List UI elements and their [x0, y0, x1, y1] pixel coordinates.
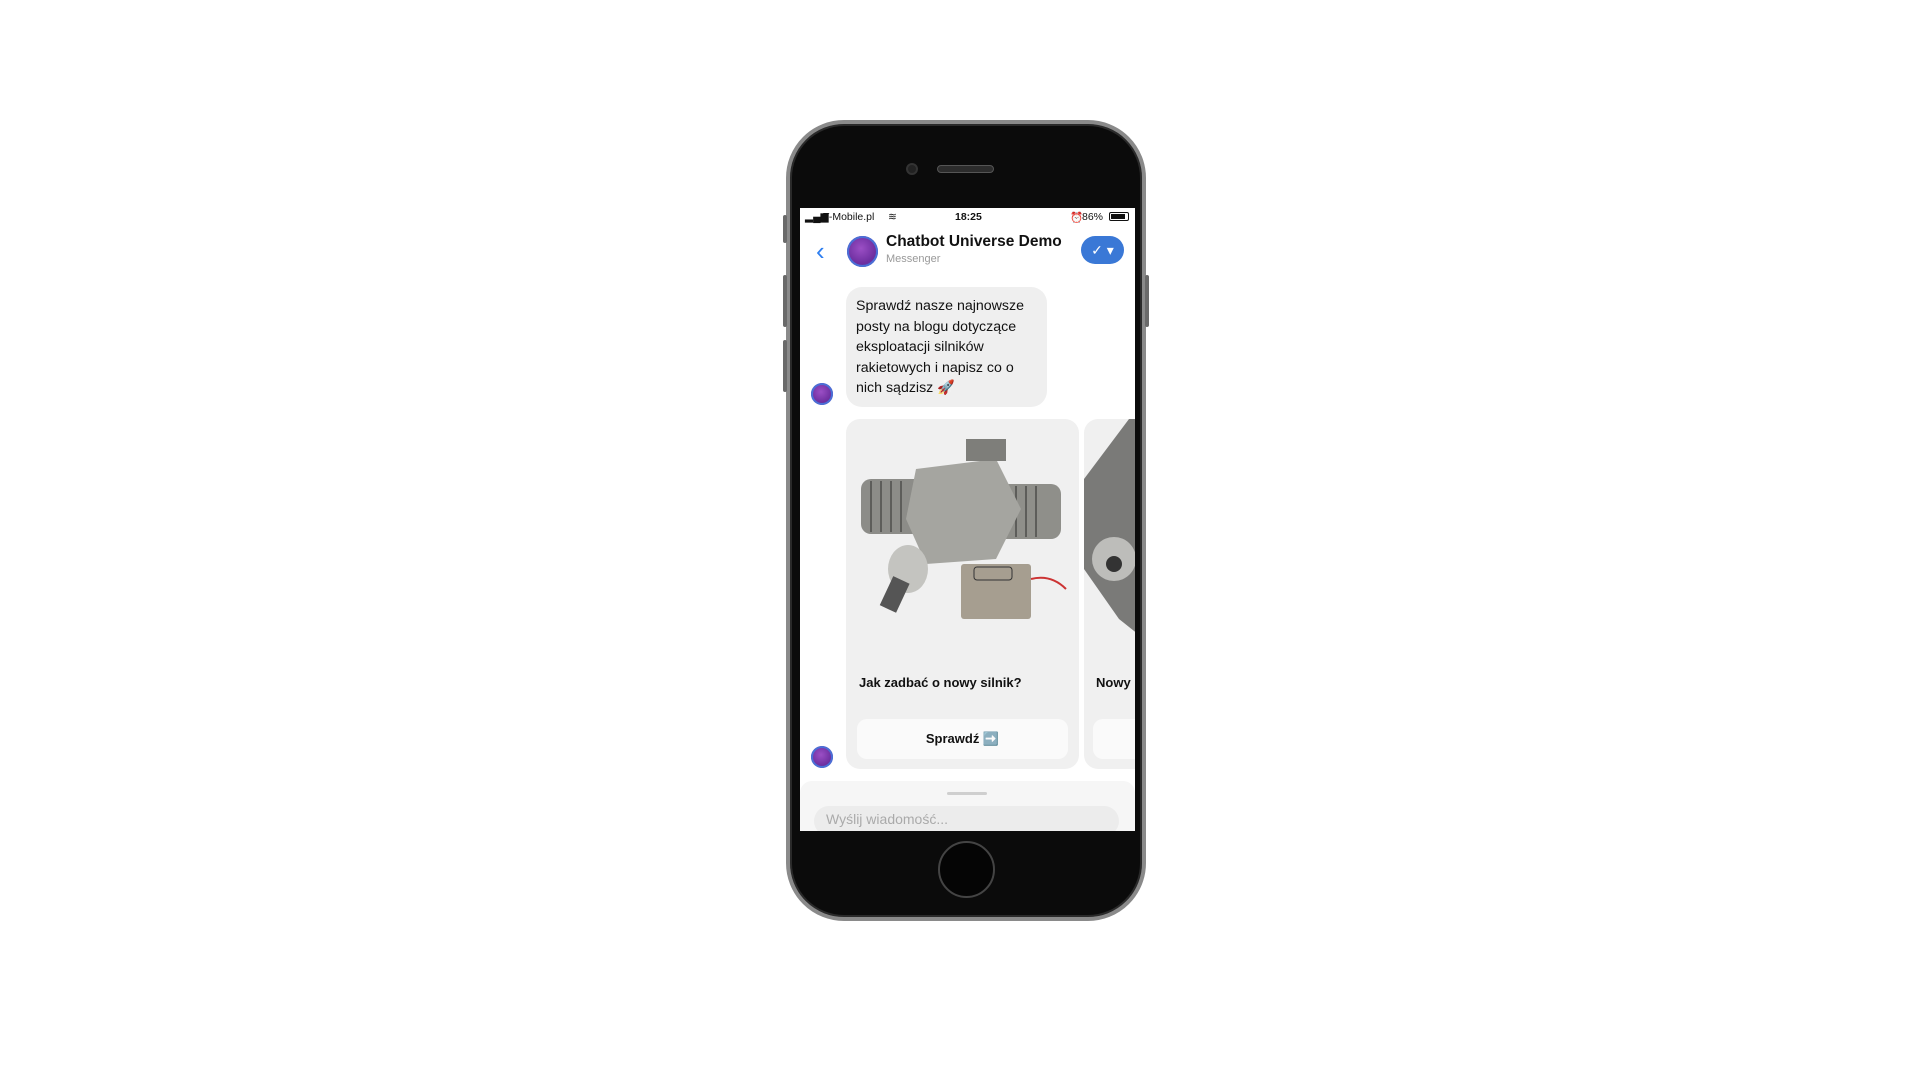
drag-handle[interactable]	[947, 792, 987, 795]
front-camera	[906, 163, 918, 175]
mute-switch	[783, 215, 787, 243]
status-bar: ▂▄▆ T-Mobile.pl ≋ 18:25 ⏰ 86%	[800, 208, 1135, 226]
message-bubble: Sprawdź nasze najnowsze posty na blogu d…	[846, 287, 1047, 407]
earpiece-speaker	[937, 165, 994, 173]
engine-image	[1084, 419, 1135, 632]
bot-avatar	[811, 383, 833, 405]
wifi-icon: ≋	[888, 211, 897, 223]
chat-header: ‹ Chatbot Universe Demo Messenger ✓ ▾	[800, 226, 1135, 278]
battery-icon	[1109, 212, 1129, 221]
volume-up-button	[783, 275, 787, 327]
card-title: Jak zadbać o nowy silnik?	[859, 675, 1022, 690]
chat-title[interactable]: Chatbot Universe Demo	[886, 233, 1062, 251]
carrier: T-Mobile.pl	[823, 211, 875, 223]
clock: 18:25	[955, 211, 982, 223]
card-button[interactable]	[1093, 719, 1135, 759]
battery-percent: 86%	[1082, 211, 1104, 223]
status-dropdown-button[interactable]: ✓ ▾	[1081, 236, 1124, 264]
message-input[interactable]: Wyślij wiadomość...	[814, 806, 1119, 831]
carousel-card: Nowy	[1084, 419, 1135, 769]
volume-down-button	[783, 340, 787, 392]
power-button	[1145, 275, 1149, 327]
back-button[interactable]: ‹	[816, 238, 825, 264]
carousel-card: Jak zadbać o nowy silnik? Sprawdź ➡️	[846, 419, 1079, 769]
card-title: Nowy	[1096, 675, 1131, 690]
engine-image	[861, 439, 1067, 619]
home-button[interactable]	[938, 841, 995, 898]
chat-subtitle: Messenger	[886, 253, 941, 265]
card-button-sprawdz[interactable]: Sprawdź ➡️	[857, 719, 1068, 759]
composer-panel: Wyślij wiadomość...	[800, 781, 1135, 831]
chatbot-avatar[interactable]	[847, 236, 878, 267]
check-dropdown-icon: ✓ ▾	[1091, 242, 1114, 258]
bot-avatar	[811, 746, 833, 768]
chevron-left-icon: ‹	[816, 236, 825, 266]
phone-screen: ▂▄▆ T-Mobile.pl ≋ 18:25 ⏰ 86% ‹ Chatbot …	[800, 208, 1135, 831]
